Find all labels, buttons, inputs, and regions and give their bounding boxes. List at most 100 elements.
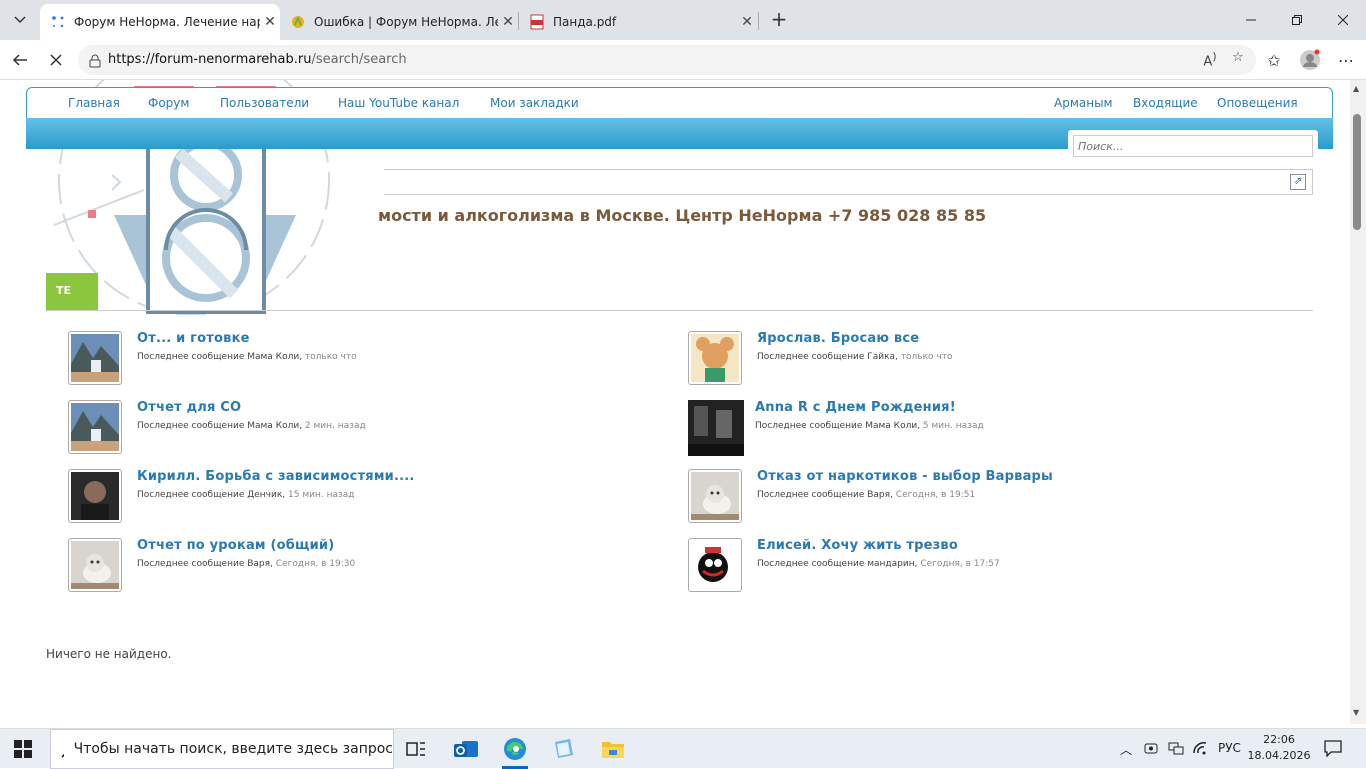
url-text: https://forum-nenormarehab.ru/search/sea… [108, 52, 407, 67]
nav-inbox[interactable]: Входящие [1133, 96, 1198, 110]
list-item[interactable]: Отказ от наркотиков - выбор Варвары Посл… [688, 469, 1248, 529]
close-tab-icon[interactable]: ✕ [260, 14, 280, 30]
taskbar-search[interactable]: Чтобы начать поиск, введите здесь запрос [50, 729, 394, 769]
tab-actions-menu-button[interactable] [6, 6, 34, 34]
page-scrollbar[interactable]: ▲ ▼ [1350, 80, 1366, 724]
last-message-label: Последнее сообщение [757, 559, 865, 569]
nav-users[interactable]: Пользователи [220, 96, 309, 110]
list-item[interactable]: Отчет для СО Последнее сообщение Мама Ко… [68, 400, 628, 460]
taskbar-search-text: Чтобы начать поиск, введите здесь запрос [73, 741, 393, 757]
thread-title[interactable]: От... и готовке [137, 331, 250, 346]
avatar[interactable] [68, 538, 122, 592]
browser-tab-error[interactable]: Ошибка | Форум НеНорма. Лечение ✕ [280, 4, 518, 40]
thread-title[interactable]: Отчет по урокам (общий) [137, 538, 334, 553]
nav-bookmarks[interactable]: Мои закладки [490, 96, 579, 110]
close-window-button[interactable] [1320, 0, 1366, 40]
avatar[interactable] [68, 331, 122, 385]
nav-forum[interactable]: Форум [148, 96, 189, 110]
divider [46, 310, 1313, 311]
thread-title[interactable]: Отказ от наркотиков - выбор Варвары [757, 469, 1053, 484]
thread-author[interactable]: Мама Коли [865, 421, 917, 431]
thread-author[interactable]: Варя [247, 559, 270, 569]
tray-overflow-icon[interactable]: ︿ [1120, 741, 1132, 758]
thread-title[interactable]: Ярослав. Бросаю все [757, 331, 919, 346]
search-box [1068, 130, 1318, 160]
network-icon[interactable] [1168, 741, 1184, 758]
windows-logo-icon [14, 740, 32, 758]
back-button[interactable] [6, 46, 34, 74]
list-item[interactable]: От... и готовке Последнее сообщение Мама… [68, 331, 628, 391]
favorite-star-icon[interactable]: ☆ [1228, 50, 1248, 70]
avatar[interactable] [688, 331, 742, 385]
explorer-taskbar-button[interactable] [590, 729, 636, 769]
search-input[interactable] [1073, 135, 1313, 157]
last-message-label: Последнее сообщение [137, 559, 245, 569]
list-item[interactable]: Ярослав. Бросаю все Последнее сообщение … [688, 331, 1248, 391]
thread-meta: Последнее сообщение Варя, Сегодня, в 19:… [137, 559, 356, 569]
wifi-icon[interactable] [1192, 741, 1208, 758]
nav-alerts[interactable]: Оповещения [1217, 96, 1298, 110]
nav-account[interactable]: Арманым [1054, 96, 1113, 110]
chevron-down-icon [14, 16, 26, 24]
avatar[interactable] [688, 400, 744, 456]
close-tab-icon[interactable]: ✕ [737, 14, 757, 30]
thread-title[interactable]: Отчет для СО [137, 400, 241, 415]
read-aloud-icon[interactable]: A) [1200, 50, 1220, 70]
outlook-taskbar-button[interactable] [443, 729, 489, 769]
lock-icon [88, 53, 102, 68]
avatar[interactable] [688, 538, 742, 592]
last-message-label: Последнее сообщение [137, 421, 245, 431]
forum-favicon-icon [290, 14, 306, 30]
dark-portrait-icon [71, 472, 119, 520]
scroll-down-icon[interactable]: ▼ [1353, 708, 1359, 717]
notifications-button[interactable] [1324, 739, 1342, 760]
language-indicator[interactable]: РУС [1218, 741, 1241, 755]
start-button[interactable] [0, 729, 46, 769]
thread-title[interactable]: Anna R с Днем Рождения! [755, 400, 956, 415]
task-view-icon [406, 742, 425, 756]
new-tab-button[interactable]: + [766, 6, 792, 34]
address-bar[interactable]: https://forum-nenormarehab.ru/search/sea… [78, 45, 1256, 75]
list-item[interactable]: Anna R с Днем Рождения! Последнее сообще… [688, 400, 1248, 460]
tab-title: Панда.pdf [553, 15, 617, 29]
system-clock[interactable]: 22:06 18.04.2026 [1246, 732, 1312, 764]
external-link-icon[interactable]: ⇗ [1290, 174, 1306, 190]
settings-menu-button[interactable]: ⋯ [1332, 46, 1360, 74]
thread-author[interactable]: Мама Коли [247, 352, 299, 362]
list-item[interactable]: Елисей. Хочу жить трезво Последнее сообщ… [688, 538, 1248, 598]
nav-home[interactable]: Главная [68, 96, 120, 110]
close-icon [1338, 15, 1348, 25]
avatar[interactable] [68, 469, 122, 523]
close-tab-icon[interactable]: ✕ [498, 14, 518, 30]
notepad-taskbar-button[interactable] [541, 729, 587, 769]
windows-taskbar: Чтобы начать поиск, введите здесь запрос… [0, 728, 1366, 769]
scrollbar-thumb[interactable] [1353, 114, 1361, 230]
thread-author[interactable]: Варя [867, 490, 890, 500]
browser-tab-forum[interactable]: Форум НеНорма. Лечение наркомании ✕ [40, 4, 280, 40]
favorites-button[interactable]: ✩ [1260, 46, 1288, 74]
scroll-up-icon[interactable]: ▲ [1353, 84, 1359, 93]
thread-title[interactable]: Кирилл. Борьба с зависимостями.... [137, 469, 415, 484]
browser-tab-pdf[interactable]: Панда.pdf ✕ [519, 4, 757, 40]
thread-author[interactable]: Гайка [867, 352, 895, 362]
list-item[interactable]: Кирилл. Борьба с зависимостями.... После… [68, 469, 628, 529]
smesharik-icon [691, 541, 739, 589]
task-view-button[interactable] [393, 729, 439, 769]
thread-author[interactable]: мандарин [867, 559, 914, 569]
list-item[interactable]: Отчет по урокам (общий) Последнее сообще… [68, 538, 628, 598]
thread-author[interactable]: Денчик [247, 490, 282, 500]
section-tab[interactable]: ТЕ [46, 273, 98, 311]
thread-time: только что [304, 352, 357, 362]
tab-separator [758, 12, 759, 30]
minimize-button[interactable] [1228, 0, 1274, 40]
meet-now-icon[interactable] [1144, 741, 1158, 758]
nav-youtube[interactable]: Наш YouTube канал [338, 96, 459, 110]
profile-button[interactable] [1296, 46, 1324, 74]
avatar[interactable] [688, 469, 742, 523]
thread-title[interactable]: Елисей. Хочу жить трезво [757, 538, 958, 553]
avatar[interactable] [68, 400, 122, 454]
stop-loading-button[interactable] [42, 46, 70, 74]
restore-button[interactable] [1274, 0, 1320, 40]
edge-taskbar-button[interactable] [492, 729, 538, 769]
thread-author[interactable]: Мама Коли [247, 421, 299, 431]
